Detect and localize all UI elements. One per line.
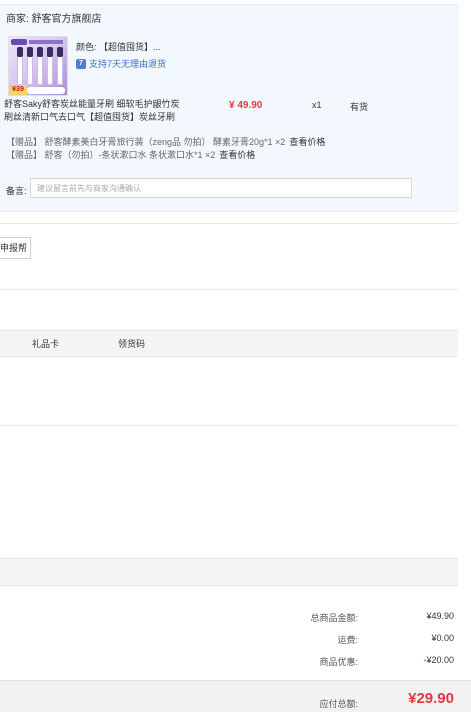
tab-coupon-code[interactable]: 领货码 bbox=[118, 337, 145, 350]
divider bbox=[0, 223, 458, 224]
return-policy: 7 支持7天无理由退货 bbox=[76, 57, 166, 70]
gift-item: 【赠品】 舒客酵素美白牙膏旅行装（zeng品 勿拍） 酵素牙膏20g*1 ×2 查… bbox=[6, 135, 325, 148]
brand-logo bbox=[11, 39, 27, 45]
product-quantity: x1 bbox=[312, 100, 322, 110]
view-price-link[interactable]: 查看价格 bbox=[289, 137, 325, 147]
tab-gift-card[interactable]: 礼品卡 bbox=[32, 337, 59, 350]
product-name[interactable]: 舒客Saky舒客炭丝能量牙刷 细软毛护龈竹炭刷丝清新口气去口气【超值囤货】炭丝牙… bbox=[4, 98, 188, 124]
remark-label: 备言: bbox=[6, 186, 27, 196]
stock-status: 有货 bbox=[350, 102, 369, 112]
discount-label: 商品优惠: bbox=[319, 657, 358, 667]
remark-input[interactable]: 建议留言前先与商家沟通确认 bbox=[30, 178, 412, 198]
product-unit-price: ¥ 49.90 bbox=[229, 100, 263, 111]
gift-item: 【赠品】 舒客（勿拍）-条状漱口水 条状漱口水*1 ×2 查看价格 bbox=[6, 148, 255, 161]
shipping-value: ¥0.00 bbox=[431, 633, 454, 643]
divider bbox=[0, 289, 458, 290]
section-strip bbox=[0, 558, 458, 586]
gift-text: 【赠品】 舒客（勿拍）-条状漱口水 条状漱口水*1 ×2 bbox=[6, 150, 216, 160]
shop-name[interactable]: 商家: 舒客官方旗舰店 bbox=[6, 10, 102, 25]
thumbnail-ribbon bbox=[27, 87, 65, 94]
payable-label: 应付总额: bbox=[319, 699, 358, 709]
return-policy-label: 支持7天无理由退货 bbox=[89, 59, 167, 69]
payable-value: ¥29.90 bbox=[408, 690, 454, 707]
tabs-bar bbox=[0, 330, 458, 357]
thumbnail-price: ¥39 bbox=[9, 85, 27, 95]
shipping-label: 运费: bbox=[337, 635, 358, 645]
apply-button[interactable]: 申报帮 bbox=[0, 237, 31, 259]
view-price-link[interactable]: 查看价格 bbox=[219, 150, 255, 160]
product-color: 颜色: 【超值囤货】... bbox=[76, 42, 161, 52]
gift-text: 【赠品】 舒客酵素美白牙膏旅行装（zeng品 勿拍） 酵素牙膏20g*1 ×2 bbox=[6, 137, 286, 147]
discount-value: -¥20.00 bbox=[423, 655, 454, 665]
thumbnail-header bbox=[29, 40, 63, 44]
return-icon: 7 bbox=[76, 58, 86, 69]
goods-total-value: ¥49.90 bbox=[426, 611, 454, 621]
divider bbox=[0, 425, 458, 426]
goods-total-label: 总商品金额: bbox=[310, 613, 358, 623]
product-thumbnail[interactable]: ¥39 bbox=[8, 36, 68, 96]
